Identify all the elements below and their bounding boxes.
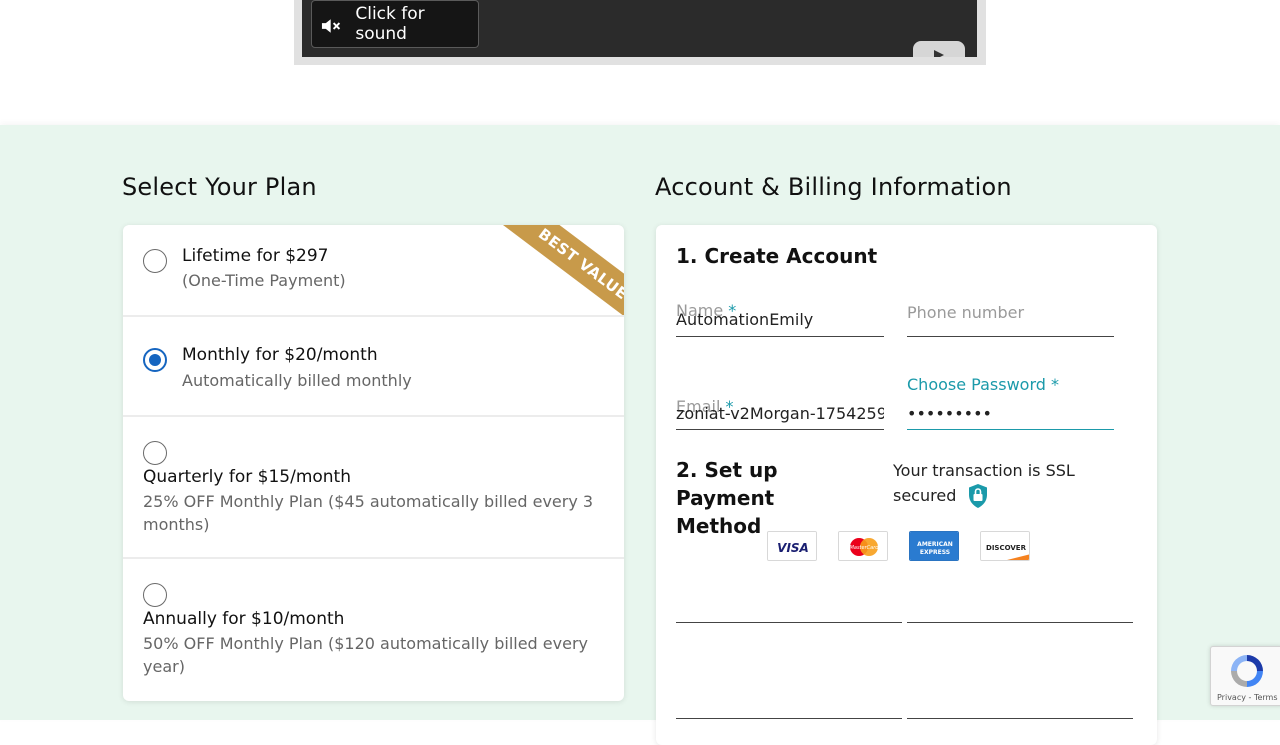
visa-card-icon: VISA <box>767 531 817 561</box>
svg-text:AMERICAN: AMERICAN <box>917 541 953 548</box>
billing-heading: Account & Billing Information <box>655 173 1012 201</box>
select-plan-heading: Select Your Plan <box>122 173 317 201</box>
phone-field[interactable]: Phone number <box>907 303 1114 337</box>
svg-text:VISA: VISA <box>777 541 809 555</box>
click-for-sound-button[interactable]: Click for sound <box>311 0 479 48</box>
email-field[interactable]: Email * zoniat-v2Morgan-1754259 <box>676 395 884 430</box>
mastercard-card-icon: MasterCard <box>838 531 888 561</box>
ssl-notice: Your transaction is SSL secured <box>893 459 1093 509</box>
plan-subtitle: 25% OFF Monthly Plan ($45 automatically … <box>143 492 594 534</box>
billing-card: 1. Create Account Name * AutomationEmily… <box>656 225 1157 745</box>
plan-option-quarterly[interactable]: Quarterly for $15/month 25% OFF Monthly … <box>123 417 624 559</box>
card-number-input[interactable] <box>676 622 902 623</box>
email-value: zoniat-v2Morgan-1754259 <box>676 404 884 423</box>
video-screen[interactable]: Click for sound <box>302 0 977 57</box>
svg-text:DISCOVER: DISCOVER <box>986 544 1027 552</box>
plan-title: Annually for $10/month <box>143 609 345 629</box>
sound-label: Click for sound <box>355 4 425 44</box>
plan-title: Monthly for $20/month <box>182 345 378 365</box>
checkout-section: Select Your Plan BEST VALUE Lifetime for… <box>0 125 1280 745</box>
plan-option-lifetime[interactable]: Lifetime for $297 (One-Time Payment) <box>123 225 624 317</box>
password-field[interactable]: Choose Password * ••••••••• <box>907 375 1114 430</box>
plan-subtitle: (One-Time Payment) <box>182 271 346 290</box>
plan-radio-lifetime[interactable] <box>143 249 167 273</box>
amex-card-icon: AMERICAN EXPRESS <box>909 531 959 561</box>
create-account-heading: 1. Create Account <box>676 244 878 268</box>
plan-option-annually[interactable]: Annually for $10/month 50% OFF Monthly P… <box>123 559 624 701</box>
plan-option-monthly[interactable]: Monthly for $20/month Automatically bill… <box>123 317 624 417</box>
card-zip-input[interactable] <box>907 718 1133 719</box>
phone-label: Phone number <box>907 303 1025 322</box>
ssl-lock-shield-icon <box>969 484 988 508</box>
plan-radio-annually[interactable] <box>143 583 167 607</box>
password-value: ••••••••• <box>907 404 992 423</box>
svg-text:EXPRESS: EXPRESS <box>920 549 950 556</box>
password-label: Choose Password * <box>907 375 1059 394</box>
discover-card-icon: DISCOVER <box>980 531 1030 561</box>
plan-title: Lifetime for $297 <box>182 246 329 266</box>
plan-subtitle: 50% OFF Monthly Plan ($120 automatically… <box>143 634 588 676</box>
play-button[interactable] <box>913 41 965 57</box>
payment-method-heading: 2. Set up Payment Method <box>676 458 778 538</box>
recaptcha-badge[interactable]: Privacy - Terms <box>1210 646 1280 706</box>
card-cvc-input[interactable] <box>676 718 902 719</box>
video-player: Click for sound <box>294 0 986 65</box>
recaptcha-logo-icon <box>1231 655 1263 687</box>
name-value: AutomationEmily <box>676 310 814 329</box>
recaptcha-links[interactable]: Privacy - Terms <box>1217 693 1278 702</box>
plan-title: Quarterly for $15/month <box>143 467 351 487</box>
svg-text:MasterCard: MasterCard <box>850 545 880 551</box>
plan-radio-monthly[interactable] <box>143 348 167 372</box>
plan-radio-quarterly[interactable] <box>143 441 167 465</box>
name-field[interactable]: Name * AutomationEmily <box>676 301 884 337</box>
plan-list: BEST VALUE Lifetime for $297 (One-Time P… <box>123 225 624 701</box>
play-icon <box>934 50 944 57</box>
plan-subtitle: Automatically billed monthly <box>182 371 412 390</box>
muted-speaker-icon <box>321 19 341 33</box>
card-expiry-input[interactable] <box>907 622 1133 623</box>
